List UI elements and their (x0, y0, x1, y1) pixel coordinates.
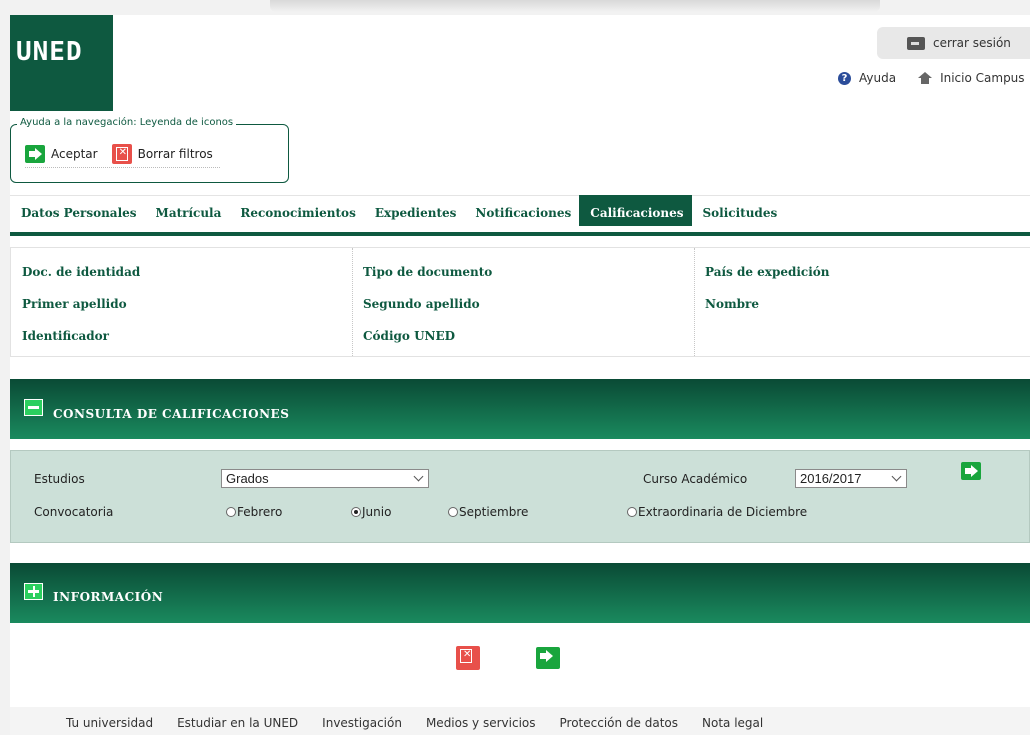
page: UNED cerrar sesión ? Ayuda Inicio Campus… (10, 15, 1030, 735)
legend-divider (25, 167, 220, 168)
help-icon[interactable]: ? (838, 71, 851, 85)
footer-link-medios[interactable]: Medios y servicios (426, 716, 536, 730)
radio-septiembre[interactable]: Septiembre (448, 505, 528, 519)
identity-panel: Doc. de identidad Primer apellido Identi… (10, 247, 1030, 357)
convocatoria-label: Convocatoria (34, 505, 114, 519)
home-link[interactable]: Inicio Campus (940, 71, 1024, 85)
nav-underline (10, 232, 1030, 236)
consulta-header[interactable]: CONSULTA DE CALIFICACIONES (10, 379, 1030, 439)
legend-items: Aceptar Borrar filtros (25, 144, 213, 164)
legend-clear-label: Borrar filtros (137, 147, 213, 161)
footer-link-nota-legal[interactable]: Nota legal (702, 716, 763, 730)
home-icon[interactable] (918, 72, 933, 84)
country-label: País de expedición (705, 265, 830, 279)
informacion-header[interactable]: INFORMACIÓN (10, 563, 1030, 623)
tab-reconocimientos[interactable]: Reconocimientos (229, 196, 363, 226)
name-label: Nombre (705, 297, 760, 311)
studies-value: Grados (226, 471, 269, 486)
logout-button[interactable]: cerrar sesión (877, 27, 1030, 59)
footer-link-investigacion[interactable]: Investigación (322, 716, 402, 730)
accept-button[interactable] (536, 647, 560, 669)
identity-col-3: País de expedición Nombre (694, 248, 1030, 356)
surname1-label: Primer apellido (22, 297, 127, 311)
key-icon (907, 36, 925, 50)
radio-febrero[interactable]: Febrero (226, 505, 282, 519)
accept-arrow-button[interactable] (961, 462, 981, 480)
uned-logo[interactable]: UNED (10, 15, 113, 111)
filters-panel: Estudios Grados Curso Académico 2016/201… (10, 450, 1030, 543)
radio-circle[interactable] (226, 507, 236, 517)
identifier-label: Identificador (22, 329, 109, 343)
legend-accept-label: Aceptar (51, 147, 98, 161)
tab-notificaciones[interactable]: Notificaciones (464, 196, 579, 226)
identity-col-1: Doc. de identidad Primer apellido Identi… (11, 248, 353, 356)
consulta-title: CONSULTA DE CALIFICACIONES (53, 407, 290, 421)
year-value: 2016/2017 (800, 471, 862, 486)
radio-extraordinaria[interactable]: Extraordinaria de Diciembre (627, 505, 807, 519)
surname2-label: Segundo apellido (363, 297, 480, 311)
logout-label: cerrar sesión (933, 36, 1011, 50)
clear-filters-icon (111, 144, 132, 164)
tab-matricula[interactable]: Matrícula (145, 196, 230, 226)
radio-junio[interactable]: Junio (351, 505, 391, 519)
identity-col-2: Tipo de documento Segundo apellido Códig… (352, 248, 695, 356)
doc-id-label: Doc. de identidad (22, 265, 141, 279)
navigation-legend: Ayuda a la navegación: Leyenda de iconos… (10, 117, 289, 183)
radio-junio-label: Junio (362, 505, 392, 519)
tab-datos-personales[interactable]: Datos Personales (10, 196, 145, 226)
footer-link-proteccion[interactable]: Protección de datos (560, 716, 679, 730)
chevron-down-icon (891, 471, 902, 482)
uned-code-label: Código UNED (363, 329, 456, 343)
footer-link-estudiar[interactable]: Estudiar en la UNED (177, 716, 298, 730)
doc-type-label: Tipo de documento (363, 265, 493, 279)
year-label: Curso Académico (643, 472, 748, 486)
top-links: ? Ayuda Inicio Campus (838, 71, 1025, 85)
tab-calificaciones[interactable]: Calificaciones (579, 195, 692, 226)
year-select[interactable]: 2016/2017 (795, 469, 907, 488)
legend-title: Ayuda a la navegación: Leyenda de iconos (17, 117, 237, 128)
help-link[interactable]: Ayuda (859, 71, 896, 85)
footer-link-universidad[interactable]: Tu universidad (66, 716, 153, 730)
main-nav: Datos Personales Matrícula Reconocimient… (10, 195, 1030, 236)
radio-circle[interactable] (627, 507, 637, 517)
tab-expedientes[interactable]: Expedientes (364, 196, 465, 226)
expand-plus-icon[interactable] (24, 583, 43, 600)
radio-circle[interactable] (448, 507, 458, 517)
radio-extraordinaria-label: Extraordinaria de Diciembre (638, 505, 808, 519)
clear-filters-button[interactable] (456, 646, 480, 670)
studies-label: Estudios (34, 472, 85, 486)
footer: Tu universidad Estudiar en la UNED Inves… (10, 707, 1030, 735)
accept-arrow-icon (25, 145, 45, 163)
radio-febrero-label: Febrero (237, 505, 283, 519)
collapse-minus-icon[interactable] (24, 399, 43, 416)
radio-septiembre-label: Septiembre (459, 505, 529, 519)
top-shadow (270, 0, 880, 12)
chevron-down-icon (413, 471, 424, 482)
tab-solicitudes[interactable]: Solicitudes (692, 196, 786, 226)
studies-select[interactable]: Grados (221, 469, 429, 488)
radio-circle-checked[interactable] (351, 507, 361, 517)
informacion-title: INFORMACIÓN (53, 590, 164, 604)
logo-text: UNED (16, 37, 83, 67)
